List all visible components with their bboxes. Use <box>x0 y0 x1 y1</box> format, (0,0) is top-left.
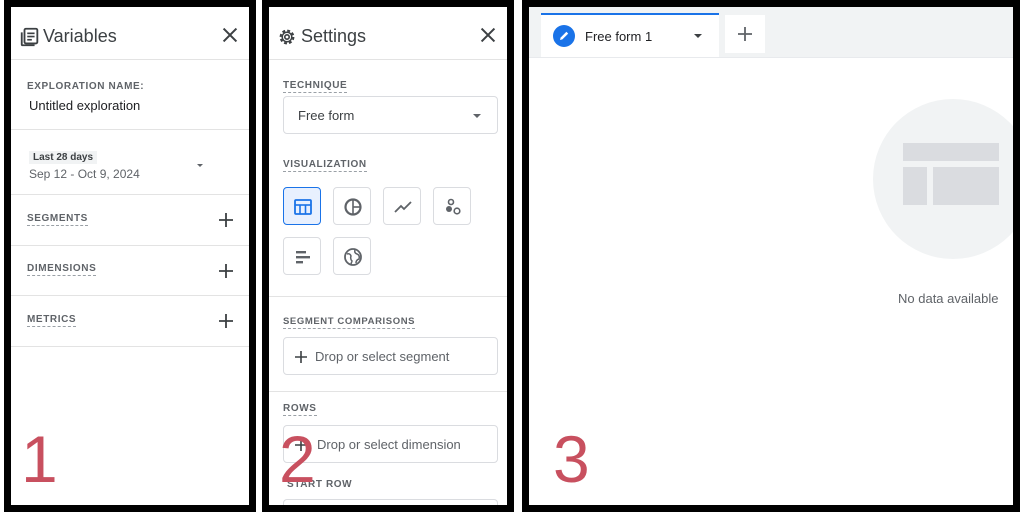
segment-drop-text: Drop or select segment <box>315 349 450 364</box>
dimensions-label: DIMENSIONS <box>27 263 97 276</box>
viz-bar-button[interactable] <box>283 237 321 275</box>
tab-menu-icon[interactable] <box>693 33 703 39</box>
segment-drop-zone[interactable]: Drop or select segment <box>283 337 498 375</box>
canvas-panel: Free form 1 No data available 3 <box>522 0 1020 512</box>
gear-icon <box>279 29 295 45</box>
plus-icon <box>295 351 307 363</box>
add-tab-button[interactable] <box>725 15 765 53</box>
segments-label: SEGMENTS <box>27 213 88 226</box>
divider <box>11 194 249 195</box>
close-icon[interactable] <box>219 24 241 46</box>
divider <box>11 129 249 130</box>
tab-bar: Free form 1 <box>529 7 1013 58</box>
donut-chart-icon <box>344 198 362 216</box>
plus-icon <box>738 27 752 41</box>
divider <box>11 346 249 347</box>
date-range-chip: Last 28 days <box>29 151 98 164</box>
add-dimension-icon[interactable] <box>217 262 235 280</box>
no-data-illustration <box>873 99 1013 259</box>
panel-number: 3 <box>553 422 590 496</box>
globe-icon <box>344 248 362 266</box>
chevron-down-icon <box>473 114 481 118</box>
segment-comparisons-label: SEGMENT COMPARISONS <box>283 316 416 329</box>
variables-title: Variables <box>43 26 117 46</box>
technique-label: TECHNIQUE <box>283 80 348 93</box>
scatter-plot-icon <box>446 198 461 215</box>
no-data-text: No data available <box>898 291 999 306</box>
panel-number: 1 <box>21 422 58 496</box>
settings-title: Settings <box>301 26 367 46</box>
technique-value: Free form <box>298 108 355 123</box>
metrics-label: METRICS <box>27 314 77 327</box>
table-icon <box>294 199 312 215</box>
bar-chart-icon <box>296 251 310 264</box>
tab-free-form-1[interactable]: Free form 1 <box>541 13 719 57</box>
technique-select[interactable]: Free form <box>283 96 498 134</box>
divider <box>11 245 249 246</box>
visualization-label: VISUALIZATION <box>283 159 367 172</box>
settings-panel: Settings TECHNIQUE Free form VISUALIZATI… <box>262 0 514 512</box>
viz-geo-button[interactable] <box>333 237 371 275</box>
viz-donut-button[interactable] <box>333 187 371 225</box>
date-dropdown-icon[interactable] <box>195 163 205 169</box>
start-row-input[interactable] <box>283 499 498 505</box>
variables-icon <box>20 27 39 47</box>
divider <box>11 295 249 296</box>
add-segment-icon[interactable] <box>217 211 235 229</box>
tab-label: Free form 1 <box>585 29 653 44</box>
exploration-name-input[interactable]: Untitled exploration <box>29 98 140 113</box>
date-range-text[interactable]: Sep 12 - Oct 9, 2024 <box>29 167 140 181</box>
rows-drop-text: Drop or select dimension <box>317 437 461 452</box>
line-chart-icon <box>394 201 412 213</box>
divider <box>269 296 507 297</box>
variables-header: Variables <box>11 7 249 60</box>
viz-scatter-button[interactable] <box>433 187 471 225</box>
divider <box>269 391 507 392</box>
viz-line-button[interactable] <box>383 187 421 225</box>
edit-pencil-icon[interactable] <box>553 25 575 47</box>
exploration-name-label: EXPLORATION NAME: <box>27 81 145 92</box>
rows-label: ROWS <box>283 403 317 416</box>
settings-header: Settings <box>269 7 507 60</box>
add-metric-icon[interactable] <box>217 312 235 330</box>
close-icon[interactable] <box>477 24 499 46</box>
variables-panel: Variables EXPLORATION NAME: Untitled exp… <box>4 0 256 512</box>
panel-number: 2 <box>279 422 316 496</box>
viz-table-button[interactable] <box>283 187 321 225</box>
